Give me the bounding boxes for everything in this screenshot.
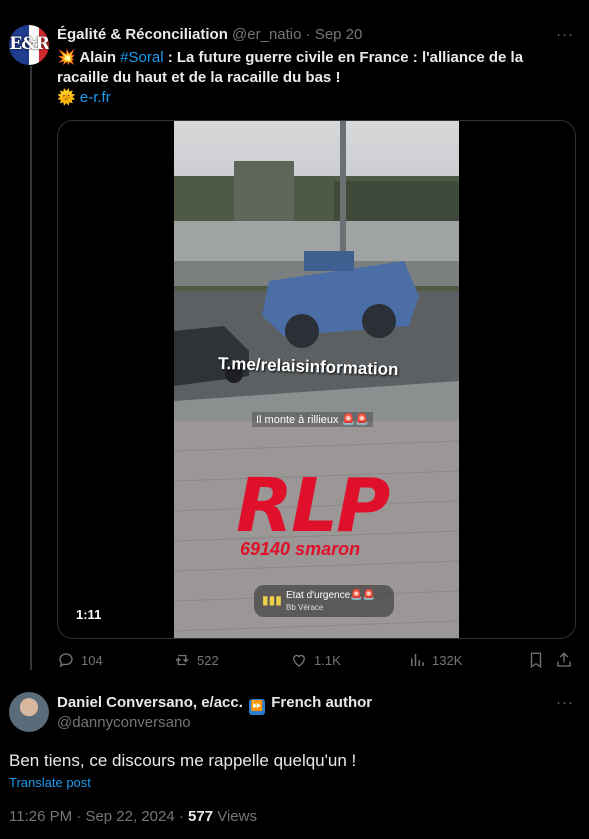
tweet-header: Égalité & Réconciliation @er_natio · Sep… <box>57 26 362 43</box>
external-link[interactable]: e-r.fr <box>80 89 111 106</box>
sun-emoji-icon: 🌞 <box>57 89 76 106</box>
link-line: 🌞 e-r.fr <box>57 88 111 108</box>
tweet-text: 💥 Alain #Soral : La future guerre civile… <box>57 48 557 88</box>
reply-icon <box>59 653 73 668</box>
hashtag-link[interactable]: #Soral <box>120 49 163 66</box>
video-duration: 1:11 <box>70 605 108 624</box>
pill-subtitle: Bb Vérace <box>286 603 324 612</box>
translate-post-link[interactable]: Translate post <box>9 775 91 790</box>
more-options-icon[interactable]: ··· <box>555 27 575 48</box>
author-handle[interactable]: @er_natio <box>232 26 301 43</box>
reply-text: Ben tiens, ce discours me rappelle quelq… <box>9 751 357 770</box>
reply-more-options-icon[interactable]: ··· <box>555 695 575 716</box>
bookmark-button[interactable] <box>527 651 545 669</box>
reply-button[interactable]: 104 <box>57 651 103 669</box>
reply-meta: 11:26 PM · Sep 22, 2024 · 577 Views <box>9 808 257 825</box>
like-button[interactable]: 1.1K <box>290 651 341 669</box>
reply-author-handle[interactable]: @dannyconversano <box>57 714 191 731</box>
repost-button[interactable]: 522 <box>173 651 219 669</box>
rlp-overlay-subtitle: 69140 smaron <box>240 539 361 559</box>
video-frame[interactable]: T.me/relaisinformation Il monte à rillie… <box>174 121 459 638</box>
reply-time[interactable]: 11:26 PM <box>9 808 72 825</box>
reply-author-line: Daniel Conversano, e/acc. ⏩ French autho… <box>57 694 372 715</box>
repost-icon <box>175 654 189 666</box>
share-icon <box>557 652 571 667</box>
meta-separator: · <box>76 808 82 825</box>
reply-date[interactable]: Sep 22, 2024 <box>85 808 174 825</box>
video-scene <box>174 121 459 638</box>
heart-icon <box>293 654 305 667</box>
tweet-text-prefix: Alain <box>79 49 116 66</box>
reply-count: 104 <box>81 652 103 668</box>
pill-emoji-icon: 🚨🚨 <box>350 590 375 601</box>
video-caption: Il monte à rillieux 🚨🚨 <box>252 412 374 427</box>
reply-views-label: Views <box>217 808 257 825</box>
views-count: 132K <box>432 652 463 668</box>
tweet-action-bar: 104 522 1.1K 132K <box>57 651 574 671</box>
bookmark-icon <box>530 652 542 669</box>
reply-views-count: 577 <box>188 808 214 825</box>
fast-forward-icon: ⏩ <box>249 699 266 715</box>
avatar[interactable]: E&R <box>9 25 49 65</box>
rlp-overlay-title: RLP <box>236 463 390 549</box>
siren-emoji-icon: 🚨🚨 <box>341 414 370 426</box>
avatar-logo-text: E&R <box>9 34 49 54</box>
reply-author-suffix[interactable]: French author <box>271 694 372 711</box>
separator-dot: · <box>305 26 311 43</box>
video-player[interactable]: T.me/relaisinformation Il monte à rillie… <box>57 120 576 639</box>
music-pill: ▮▮▮ Etat d'urgence Bb Vérace 🚨🚨 <box>254 585 394 617</box>
reply-avatar[interactable] <box>9 692 49 732</box>
author-name[interactable]: Égalité & Réconciliation <box>57 26 228 43</box>
meta-separator-2: · <box>178 808 184 825</box>
views-button[interactable]: 132K <box>408 651 462 669</box>
analytics-icon <box>411 654 424 666</box>
thread-connector-line <box>30 66 32 670</box>
share-button[interactable] <box>555 651 573 669</box>
repost-count: 522 <box>197 652 219 668</box>
collision-emoji-icon: 💥 <box>57 49 76 66</box>
music-waveform-icon: ▮▮▮ <box>262 593 282 607</box>
like-count: 1.1K <box>314 652 341 668</box>
video-caption-text: Il monte à rillieux <box>256 414 339 426</box>
tweet-date[interactable]: Sep 20 <box>315 26 363 43</box>
pill-title: Etat d'urgence <box>286 590 351 601</box>
reply-author-name[interactable]: Daniel Conversano, e/acc. <box>57 694 243 711</box>
